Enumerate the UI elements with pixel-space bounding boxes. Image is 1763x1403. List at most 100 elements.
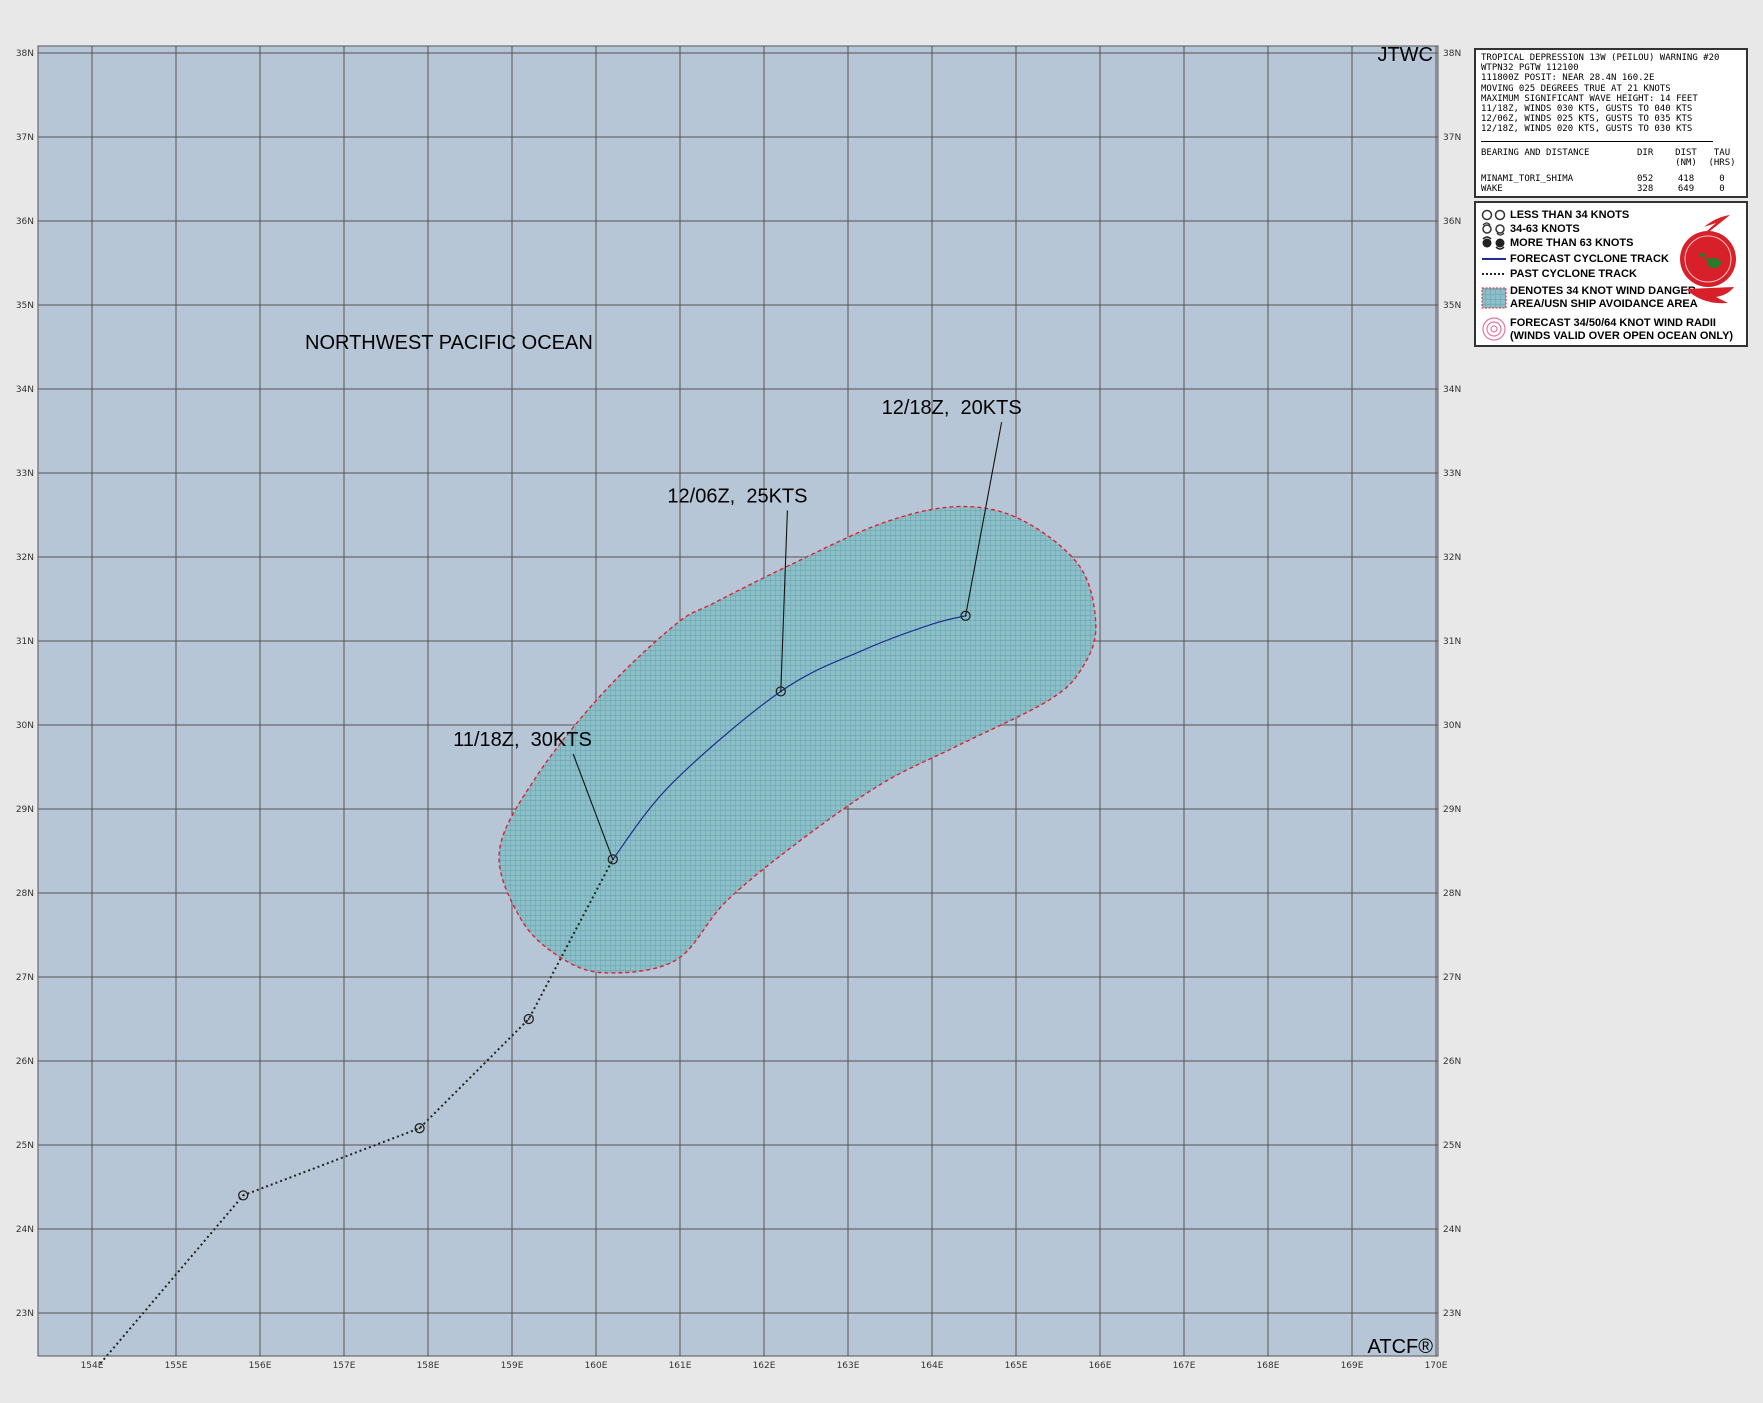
lat-label-right: 24N: [1443, 1225, 1461, 1235]
lat-label-right: 26N: [1443, 1057, 1461, 1067]
lon-label: 163E: [837, 1361, 860, 1371]
warning-lines: TROPICAL DEPRESSION 13W (PEILOU) WARNING…: [1481, 53, 1741, 135]
legend-text: MORE THAN 63 KNOTS: [1510, 237, 1634, 249]
tau-units: (HRS): [1708, 157, 1736, 168]
lat-label-right: 23N: [1443, 1309, 1461, 1319]
legend-34-63: 34-63 KNOTS: [1480, 222, 1580, 236]
dist-header: DIST: [1675, 147, 1697, 158]
legend-text: FORECAST CYCLONE TRACK: [1510, 253, 1669, 265]
bearing-units: (NM) (HRS): [1481, 158, 1741, 168]
wind-radii-icon: [1480, 316, 1510, 343]
warning-line: 11/18Z, WINDS 030 KTS, GUSTS TO 040 KTS: [1481, 104, 1693, 115]
dotted-line-icon: [1480, 267, 1510, 281]
lat-label-right: 34N: [1443, 385, 1461, 395]
lat-label-left: 30N: [16, 721, 34, 731]
legend-lt34: LESS THAN 34 KNOTS: [1480, 208, 1629, 222]
dir-header: DIR: [1637, 147, 1654, 158]
lat-label-left: 28N: [16, 889, 34, 899]
forecast-label: 12/06Z, 25KTS: [667, 485, 807, 507]
lon-label: 167E: [1173, 1361, 1196, 1371]
legend-danger-area: DENOTES 34 KNOT WIND DANGER AREA/USN SHI…: [1480, 284, 1698, 311]
station-tau: 0: [1719, 184, 1725, 195]
lat-label-right: 27N: [1443, 973, 1461, 983]
lat-label-right: 25N: [1443, 1141, 1461, 1151]
open-circle-icon: [1480, 208, 1510, 222]
lon-label: 170E: [1425, 1361, 1448, 1371]
blank-cell: [1637, 158, 1667, 168]
warning-info-box: TROPICAL DEPRESSION 13W (PEILOU) WARNING…: [1474, 48, 1748, 198]
lon-label: 168E: [1257, 1361, 1280, 1371]
jtwc-label: JTWC: [1377, 44, 1433, 66]
lat-label-right: 30N: [1443, 721, 1461, 731]
storm-symbol-icon: [1480, 222, 1510, 236]
legend-text: FORECAST 34/50/64 KNOT WIND RADII (WINDS…: [1510, 317, 1733, 343]
jtwc-logo: [1676, 209, 1742, 309]
typhoon-symbol-icon: [1480, 236, 1510, 250]
lat-label-left: 31N: [16, 637, 34, 647]
lon-label: 162E: [753, 1361, 776, 1371]
lat-label-left: 36N: [16, 217, 34, 227]
legend-wind-radii: FORECAST 34/50/64 KNOT WIND RADII (WINDS…: [1480, 316, 1733, 343]
lat-label-left: 33N: [16, 469, 34, 479]
lat-label-left: 32N: [16, 553, 34, 563]
lon-label: 158E: [417, 1361, 440, 1371]
lat-label-left: 35N: [16, 301, 34, 311]
lat-label-right: 32N: [1443, 553, 1461, 563]
warning-line: WTPN32 PGTW 112100: [1481, 63, 1579, 74]
station-name: MINAMI_TORI_SHIMA: [1481, 174, 1574, 185]
station-name: WAKE: [1481, 184, 1503, 195]
lon-label: 169E: [1341, 1361, 1364, 1371]
bearing-row: WAKE 328 649 0: [1481, 184, 1741, 194]
past-position-center: [418, 1127, 421, 1130]
lat-label-right: 38N: [1443, 49, 1461, 59]
legend-line: (WINDS VALID OVER OPEN OCEAN ONLY): [1510, 329, 1734, 342]
lat-label-left: 26N: [16, 1057, 34, 1067]
bearing-row: MINAMI_TORI_SHIMA 052 418 0: [1481, 174, 1741, 184]
lat-label-right: 29N: [1443, 805, 1461, 815]
lat-label-right: 28N: [1443, 889, 1461, 899]
warning-line: TROPICAL DEPRESSION 13W (PEILOU) WARNING…: [1481, 53, 1720, 63]
dist-units: (NM): [1675, 157, 1697, 168]
station-tau: 0: [1719, 174, 1725, 185]
lat-label-left: 29N: [16, 805, 34, 815]
legend-line: FORECAST 34/50/64 KNOT WIND RADII: [1510, 316, 1716, 329]
lat-label-left: 23N: [16, 1309, 34, 1319]
lat-label-right: 35N: [1443, 301, 1461, 311]
lon-label: 157E: [333, 1361, 356, 1371]
lon-label: 159E: [501, 1361, 524, 1371]
legend-line: AREA/USN SHIP AVOIDANCE AREA: [1510, 297, 1698, 310]
forecast-position-center: [779, 690, 782, 693]
legend-text: LESS THAN 34 KNOTS: [1510, 209, 1630, 221]
lon-label: 165E: [1005, 1361, 1028, 1371]
lon-label: 164E: [921, 1361, 944, 1371]
station-dir: 328: [1637, 184, 1654, 195]
tau-header: TAU: [1713, 147, 1731, 158]
lon-label: 155E: [165, 1361, 188, 1371]
lat-label-right: 36N: [1443, 217, 1461, 227]
warning-line: 12/18Z, WINDS 020 KTS, GUSTS TO 030 KTS: [1481, 124, 1693, 135]
warning-line: 12/06Z, WINDS 025 KTS, GUSTS TO 035 KTS: [1481, 114, 1693, 125]
lon-label: 161E: [669, 1361, 692, 1371]
lat-label-left: 27N: [16, 973, 34, 983]
lat-label-left: 24N: [16, 1225, 34, 1235]
lat-label-left: 37N: [16, 133, 34, 143]
lon-label: 156E: [249, 1361, 272, 1371]
solid-line-icon: [1480, 252, 1510, 266]
warning-line: 111800Z POSIT: NEAR 28.4N 160.2E: [1481, 73, 1655, 84]
bearing-header: BEARING AND DISTANCE DIR DIST TAU: [1481, 148, 1741, 158]
warning-line: MAXIMUM SIGNIFICANT WAVE HEIGHT: 14 FEET: [1481, 93, 1698, 104]
station-dist: 418: [1677, 174, 1695, 185]
lat-label-right: 37N: [1443, 133, 1461, 143]
lat-label-right: 33N: [1443, 469, 1461, 479]
legend-text: 34-63 KNOTS: [1510, 223, 1580, 235]
warning-line: MOVING 025 DEGREES TRUE AT 21 KNOTS: [1481, 83, 1671, 94]
bearing-title: BEARING AND DISTANCE: [1481, 147, 1590, 158]
lon-label: 154E: [81, 1361, 104, 1371]
lat-label-left: 38N: [16, 49, 34, 59]
legend-text: PAST CYCLONE TRACK: [1510, 268, 1637, 280]
lat-label-left: 34N: [16, 385, 34, 395]
legend-gt63: MORE THAN 63 KNOTS: [1480, 236, 1633, 250]
info-divider: [1481, 140, 1713, 142]
legend-past-track: PAST CYCLONE TRACK: [1480, 267, 1637, 281]
legend-line: DENOTES 34 KNOT WIND DANGER: [1510, 284, 1696, 297]
